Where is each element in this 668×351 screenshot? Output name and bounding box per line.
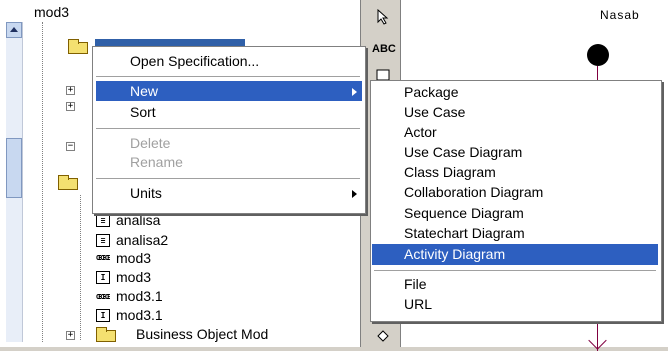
tree-item-analisa[interactable]: analisa	[116, 212, 160, 228]
menu-item-new[interactable]: New	[130, 83, 158, 99]
menu-separator	[96, 178, 360, 179]
diagram-title: Nasab	[600, 8, 640, 22]
tree-item-analisa2[interactable]: analisa2	[116, 232, 168, 248]
submenu-arrow-icon	[352, 88, 357, 96]
submenu-item-file[interactable]: File	[404, 276, 427, 292]
activity-icon: ɶɶɶ	[96, 292, 110, 302]
folder-icon	[58, 175, 78, 190]
tree-connector	[80, 195, 81, 340]
tree-item-mod3-activity[interactable]: mod3	[116, 250, 151, 266]
menu-item-delete: Delete	[130, 135, 171, 151]
expand-icon[interactable]: +	[66, 102, 75, 111]
statechart-icon: Ι	[96, 271, 110, 284]
expand-icon[interactable]: +	[66, 331, 75, 340]
expand-icon[interactable]: +	[66, 86, 75, 95]
menu-separator	[374, 270, 656, 271]
submenu-item-url[interactable]: URL	[404, 296, 432, 312]
submenu-item-package[interactable]: Package	[404, 84, 458, 100]
submenu-item-activity-diagram[interactable]: Activity Diagram	[404, 246, 505, 262]
tree-item-mod3-1-statechart[interactable]: mod3.1	[116, 307, 163, 323]
collapse-icon[interactable]: −	[66, 142, 75, 151]
tree-item-mod3-statechart[interactable]: mod3	[116, 269, 151, 285]
start-state-node[interactable]	[587, 44, 609, 66]
tree-connector	[42, 22, 43, 342]
scroll-up-icon[interactable]	[6, 22, 22, 38]
submenu-item-sequence-diagram[interactable]: Sequence Diagram	[404, 205, 524, 221]
folder-icon	[68, 39, 88, 54]
menu-separator	[96, 76, 360, 77]
submenu-item-use-case-diagram[interactable]: Use Case Diagram	[404, 144, 522, 160]
menu-item-sort[interactable]: Sort	[130, 104, 156, 120]
decision-tool-icon[interactable]	[372, 325, 394, 347]
tree-item-mod3-1-activity[interactable]: mod3.1	[116, 288, 163, 304]
submenu-item-collaboration-diagram[interactable]: Collaboration Diagram	[404, 184, 543, 200]
menu-item-open-specification[interactable]: Open Specification...	[130, 53, 259, 69]
text-tool-button[interactable]: ABC	[372, 38, 396, 60]
submenu-item-use-case[interactable]: Use Case	[404, 104, 465, 120]
submenu-arrow-icon	[352, 190, 357, 198]
scroll-thumb[interactable]	[6, 138, 22, 198]
tree-item-business-object-model[interactable]: Business Object Mod	[136, 326, 268, 342]
folder-icon	[96, 327, 116, 342]
submenu-item-statechart-diagram[interactable]: Statechart Diagram	[404, 225, 525, 241]
tree-root-mod3[interactable]: mod3	[34, 4, 69, 20]
menu-item-units[interactable]: Units	[130, 185, 162, 201]
menu-item-rename: Rename	[130, 154, 183, 170]
statechart-icon: Ι	[96, 309, 110, 322]
submenu-item-actor[interactable]: Actor	[404, 124, 437, 140]
activity-icon: ɶɶɶ	[96, 253, 110, 263]
pointer-tool-icon[interactable]	[372, 6, 394, 28]
class-diagram-icon: ≡	[96, 214, 110, 227]
submenu-item-class-diagram[interactable]: Class Diagram	[404, 164, 496, 180]
menu-separator	[96, 128, 360, 129]
class-diagram-icon: ≡	[96, 234, 110, 247]
